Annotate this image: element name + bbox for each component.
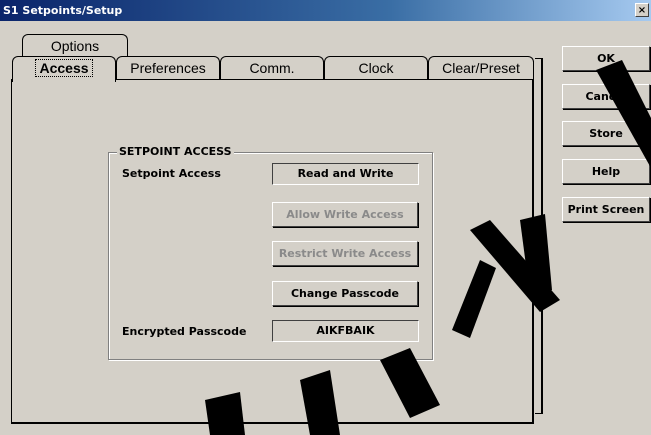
options-page-edge bbox=[535, 58, 543, 414]
tab-clock[interactable]: Clock bbox=[324, 56, 428, 80]
ok-button[interactable]: OK bbox=[562, 46, 650, 71]
close-icon[interactable]: × bbox=[635, 3, 649, 17]
encrypted-passcode-label: Encrypted Passcode bbox=[122, 325, 247, 338]
window-title: S1 Setpoints/Setup bbox=[3, 4, 123, 17]
tab-access[interactable]: Access bbox=[12, 56, 116, 82]
tab-access-label: Access bbox=[35, 59, 93, 77]
setpoint-access-label: Setpoint Access bbox=[122, 167, 221, 180]
help-button[interactable]: Help bbox=[562, 159, 650, 184]
allow-write-access-button[interactable]: Allow Write Access bbox=[272, 202, 418, 227]
tab-comm-label: Comm. bbox=[249, 60, 295, 76]
setpoint-access-group-title: SETPOINT ACCESS bbox=[117, 145, 234, 158]
print-screen-button[interactable]: Print Screen bbox=[562, 197, 650, 222]
encrypted-passcode-value: AIKFBAIK bbox=[272, 320, 419, 342]
tab-options[interactable]: Options bbox=[22, 34, 128, 58]
change-passcode-button[interactable]: Change Passcode bbox=[272, 281, 418, 306]
tab-clear-preset[interactable]: Clear/Preset bbox=[428, 56, 534, 80]
setpoint-access-value: Read and Write bbox=[272, 163, 419, 185]
tab-options-label: Options bbox=[50, 38, 100, 54]
window-title-bar: S1 Setpoints/Setup × bbox=[0, 0, 651, 21]
tab-preferences-label: Preferences bbox=[130, 60, 206, 76]
restrict-write-access-button[interactable]: Restrict Write Access bbox=[272, 241, 418, 266]
cancel-button[interactable]: Cancel bbox=[562, 84, 650, 109]
tab-clear-preset-label: Clear/Preset bbox=[442, 60, 520, 76]
tab-comm[interactable]: Comm. bbox=[220, 56, 324, 80]
tab-preferences[interactable]: Preferences bbox=[116, 56, 220, 80]
tab-clock-label: Clock bbox=[358, 60, 394, 76]
store-button[interactable]: Store bbox=[562, 121, 650, 146]
